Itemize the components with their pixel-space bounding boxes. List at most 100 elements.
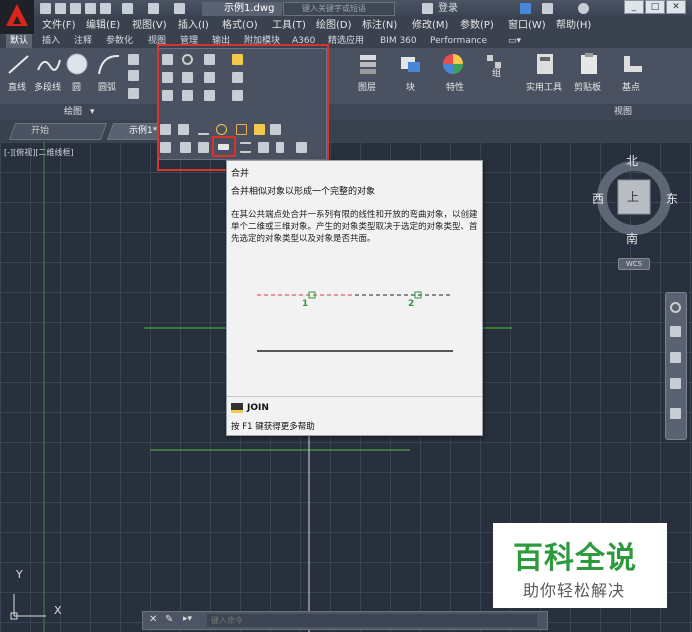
viewcube-top-label[interactable]: 上	[627, 188, 639, 205]
base-point-label[interactable]: 基点	[622, 80, 640, 93]
group-label[interactable]: 组	[492, 66, 501, 79]
a360-icon[interactable]	[542, 3, 553, 14]
draw-group-label[interactable]: 绘图	[64, 105, 82, 119]
clipboard-icon[interactable]	[576, 52, 602, 76]
search-input[interactable]: 键入关键字或短语	[283, 2, 395, 16]
tab-featured-apps[interactable]: 精选应用	[328, 34, 364, 48]
tab-insert[interactable]: 插入	[42, 34, 60, 48]
polyline-tool-icon[interactable]	[36, 52, 62, 76]
menu-view[interactable]: 视图(V)	[132, 19, 167, 33]
illustration-label-1: 1	[302, 299, 309, 309]
command-line: ✕ ✎ ▸▾	[142, 611, 548, 630]
menu-format[interactable]: 格式(O)	[222, 19, 258, 33]
menu-insert[interactable]: 插入(I)	[178, 19, 209, 33]
join-tool-highlight	[212, 136, 236, 157]
menu-modify[interactable]: 修改(M)	[412, 19, 448, 33]
circle-tool-label[interactable]: 圆	[72, 80, 81, 93]
tooltip-divider	[227, 396, 482, 397]
utilities-icon[interactable]	[532, 52, 558, 76]
document-title: 示例1.dwg	[202, 2, 282, 16]
tab-start-label: 开始	[31, 126, 50, 136]
line-tool-label[interactable]: 直线	[8, 80, 26, 93]
tab-annotate[interactable]: 注释	[74, 34, 92, 48]
menu-file[interactable]: 文件(F)	[42, 19, 76, 33]
command-input[interactable]	[207, 614, 537, 627]
ucs-y-label: Y	[16, 568, 23, 581]
illustration-label-2: 2	[408, 299, 415, 309]
steering-wheel-icon[interactable]	[670, 302, 681, 313]
cmdline-settings-icon[interactable]: ✎	[165, 614, 173, 625]
watermark-subtitle: 助你轻松解决	[523, 581, 626, 600]
modify-panel-highlight	[157, 44, 329, 171]
redo-icon[interactable]	[148, 3, 159, 14]
block-icon[interactable]	[398, 52, 424, 76]
showmotion-icon[interactable]	[670, 408, 681, 419]
view-group-label[interactable]: 视图	[614, 105, 632, 119]
watermark-logo: 百科全说 助你轻松解决	[493, 523, 667, 608]
cmdline-recent-icon[interactable]: ▸▾	[183, 614, 192, 624]
base-point-icon[interactable]	[620, 52, 646, 76]
gradient-icon[interactable]	[128, 88, 139, 99]
circle-tool-icon[interactable]	[64, 52, 90, 76]
tab-performance[interactable]: Performance	[430, 34, 487, 48]
wcs-menu[interactable]: WCS	[618, 258, 650, 270]
minimize-button[interactable]: _	[624, 0, 644, 14]
exchange-icon[interactable]	[520, 3, 531, 14]
tab-default[interactable]: 默认	[6, 34, 33, 48]
print-icon[interactable]	[100, 3, 111, 14]
arc-tool-icon[interactable]	[96, 52, 122, 76]
undo-icon[interactable]	[122, 3, 133, 14]
save-icon[interactable]	[70, 3, 81, 14]
properties-label[interactable]: 特性	[446, 80, 464, 93]
ribbon-tab-bar: 默认 插入 注释 参数化 视图 管理 输出 附加模块 A360 精选应用 BIM…	[0, 34, 692, 48]
clipboard-label[interactable]: 剪贴板	[574, 80, 601, 93]
binoculars-icon[interactable]	[422, 3, 433, 14]
menu-window[interactable]: 窗口(W)	[508, 19, 546, 33]
compass-east[interactable]: 东	[666, 190, 678, 207]
utilities-label[interactable]: 实用工具	[526, 80, 562, 93]
layers-icon[interactable]	[356, 52, 382, 76]
compass-south[interactable]: 南	[626, 230, 638, 247]
zoom-extents-icon[interactable]	[670, 352, 681, 363]
ribbon-options-icon[interactable]: ▭▾	[508, 34, 521, 48]
sign-in-button[interactable]: 登录	[438, 2, 458, 16]
tab-drawing[interactable]: 示例1*	[106, 123, 164, 140]
polyline-tool-label[interactable]: 多段线	[34, 80, 61, 93]
tooltip-command: JOIN	[247, 403, 269, 413]
close-button[interactable]: ✕	[666, 0, 686, 14]
application-menu-button[interactable]	[0, 0, 34, 34]
new-icon[interactable]	[40, 3, 51, 14]
layers-label[interactable]: 图层	[358, 80, 376, 93]
open-icon[interactable]	[55, 3, 66, 14]
pan-icon[interactable]	[670, 326, 681, 337]
draw-group-expand-icon[interactable]: ▾	[90, 105, 95, 119]
ucs-x-label: X	[54, 604, 62, 617]
arc-tool-label[interactable]: 圆弧	[98, 80, 116, 93]
menu-tools[interactable]: 工具(T)	[272, 19, 306, 33]
watermark-title: 百科全说	[513, 541, 637, 576]
tab-drawing-label: 示例1*	[129, 126, 158, 136]
tab-start[interactable]: 开始	[8, 123, 108, 140]
command-icon	[231, 403, 243, 413]
line-tool-icon[interactable]	[6, 52, 32, 76]
rectangle-icon[interactable]	[128, 54, 139, 65]
tab-bim360[interactable]: BIM 360	[380, 34, 417, 48]
menu-help[interactable]: 帮助(H)	[556, 19, 591, 33]
save-as-icon[interactable]	[85, 3, 96, 14]
compass-west[interactable]: 西	[592, 190, 604, 207]
cmdline-close-icon[interactable]: ✕	[149, 614, 157, 625]
menu-dimension[interactable]: 标注(N)	[362, 19, 397, 33]
properties-icon[interactable]	[440, 52, 466, 76]
menu-draw[interactable]: 绘图(D)	[316, 19, 352, 33]
menu-edit[interactable]: 编辑(E)	[86, 19, 120, 33]
ribbon-footer	[0, 104, 692, 120]
compass-north[interactable]: 北	[626, 152, 638, 169]
tab-parametric[interactable]: 参数化	[106, 34, 133, 48]
workspace-icon[interactable]	[174, 3, 185, 14]
hatch-icon[interactable]	[128, 70, 139, 81]
orbit-icon[interactable]	[670, 378, 681, 389]
help-icon[interactable]	[578, 3, 589, 14]
block-label[interactable]: 块	[406, 80, 415, 93]
maximize-button[interactable]: □	[645, 0, 665, 14]
menu-parametric[interactable]: 参数(P)	[460, 19, 494, 33]
